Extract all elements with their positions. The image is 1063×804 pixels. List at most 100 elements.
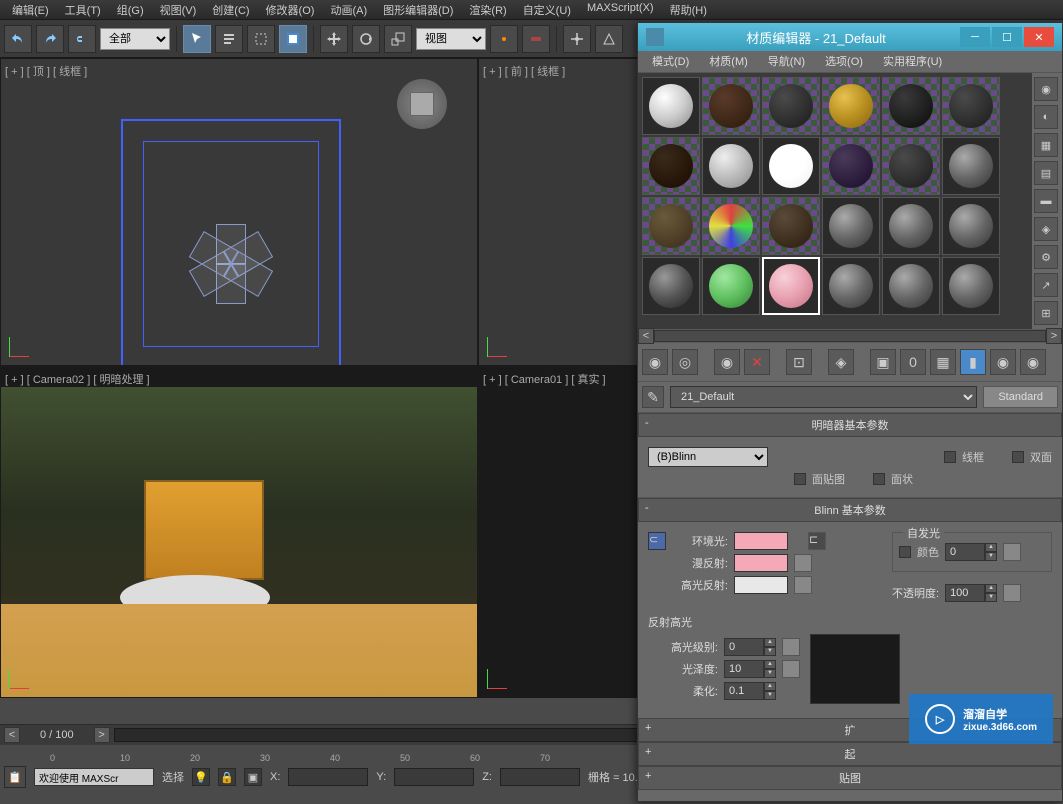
angle-snap-button[interactable]	[595, 25, 623, 53]
material-slot-active[interactable]	[762, 257, 820, 315]
isolate-button[interactable]: ▣	[244, 768, 262, 786]
put-to-scene-button[interactable]: ◎	[672, 349, 698, 375]
scale-button[interactable]	[384, 25, 412, 53]
viewport-camera02-label[interactable]: [ + ] [ Camera02 ] [ 明暗处理 ]	[5, 371, 150, 387]
specular-map-button[interactable]	[794, 576, 812, 594]
put-to-library-button[interactable]: ▣	[870, 349, 896, 375]
shader-rollout-header[interactable]: -明暗器基本参数	[638, 413, 1062, 437]
menu-tools[interactable]: 工具(T)	[57, 0, 109, 19]
material-map-navigator-button[interactable]: ⊞	[1034, 301, 1058, 325]
menu-customize[interactable]: 自定义(U)	[515, 0, 579, 19]
make-unique-button[interactable]: ◈	[828, 349, 854, 375]
spinner-up[interactable]: ▲	[985, 543, 997, 552]
assign-to-selection-button[interactable]: ◉	[714, 349, 740, 375]
menu-group[interactable]: 组(G)	[109, 0, 152, 19]
rotate-button[interactable]	[352, 25, 380, 53]
menu-edit[interactable]: 编辑(E)	[4, 0, 57, 19]
mat-menu-modes[interactable]: 模式(D)	[642, 51, 699, 72]
material-slot[interactable]	[702, 77, 760, 135]
make-preview-button[interactable]: ◈	[1034, 217, 1058, 241]
selfillum-color-checkbox[interactable]	[899, 546, 911, 558]
material-slot[interactable]	[642, 197, 700, 255]
material-slot[interactable]	[882, 137, 940, 195]
options-button[interactable]: ⚙	[1034, 245, 1058, 269]
spinner-down[interactable]: ▼	[764, 669, 776, 678]
get-material-button[interactable]: ◉	[642, 349, 668, 375]
material-slot[interactable]	[642, 137, 700, 195]
spinner-down[interactable]: ▼	[985, 593, 997, 602]
material-slot[interactable]	[822, 77, 880, 135]
material-slot[interactable]	[882, 77, 940, 135]
material-slot[interactable]	[942, 77, 1000, 135]
time-prev-button[interactable]: <	[4, 727, 20, 743]
mat-menu-navigation[interactable]: 导航(N)	[758, 51, 815, 72]
close-button[interactable]: ✕	[1024, 27, 1054, 47]
material-slot[interactable]	[942, 257, 1000, 315]
selfillum-map-button[interactable]	[1003, 543, 1021, 561]
move-button[interactable]	[320, 25, 348, 53]
menu-graph-editors[interactable]: 图形编辑器(D)	[375, 0, 461, 19]
material-slot[interactable]	[762, 137, 820, 195]
material-slot[interactable]	[822, 197, 880, 255]
material-slot[interactable]	[822, 137, 880, 195]
blinn-rollout-header[interactable]: -Blinn 基本参数	[638, 498, 1062, 522]
z-coord-input[interactable]	[500, 768, 580, 786]
opacity-map-button[interactable]	[1003, 584, 1021, 602]
use-pivot-button[interactable]	[490, 25, 518, 53]
material-editor-titlebar[interactable]: 材质编辑器 - 21_Default ─ ☐ ✕	[638, 23, 1062, 51]
selection-lock-button[interactable]: 💡	[192, 768, 210, 786]
spinner-up[interactable]: ▲	[764, 660, 776, 669]
reference-coord-dropdown[interactable]: 视图	[416, 28, 486, 50]
ambient-diffuse-lock[interactable]: ⊏	[808, 532, 826, 550]
spinner-down[interactable]: ▼	[764, 691, 776, 700]
reset-map-button[interactable]: ✕	[744, 349, 770, 375]
material-slot[interactable]	[762, 77, 820, 135]
mat-menu-material[interactable]: 材质(M)	[699, 51, 758, 72]
go-to-parent-button[interactable]: ◉	[990, 349, 1016, 375]
ambient-lock-button[interactable]: ⊂	[648, 532, 666, 550]
spinner-down[interactable]: ▼	[985, 552, 997, 561]
material-slot[interactable]	[642, 77, 700, 135]
menu-views[interactable]: 视图(V)	[152, 0, 205, 19]
wireframe-checkbox[interactable]	[944, 451, 956, 463]
make-copy-button[interactable]: ⊡	[786, 349, 812, 375]
mat-menu-options[interactable]: 选项(O)	[815, 51, 873, 72]
material-id-button[interactable]: 0	[900, 349, 926, 375]
mat-menu-utilities[interactable]: 实用程序(U)	[873, 51, 952, 72]
window-crossing-button[interactable]	[279, 25, 307, 53]
twosided-checkbox[interactable]	[1012, 451, 1024, 463]
supersampling-rollout-header[interactable]: +起	[638, 742, 1062, 766]
material-slot[interactable]	[702, 257, 760, 315]
viewport-top[interactable]: [ + ] [ 顶 ] [ 线框 ]	[0, 58, 478, 366]
background-button[interactable]: ▦	[1034, 133, 1058, 157]
selfillum-value-input[interactable]	[945, 543, 985, 561]
backlight-button[interactable]: ◐	[1034, 105, 1058, 129]
material-slot[interactable]	[822, 257, 880, 315]
viewport-front-label[interactable]: [ + ] [ 前 ] [ 线框 ]	[483, 63, 565, 79]
video-check-button[interactable]: ▬	[1034, 189, 1058, 213]
viewport-camera02[interactable]: [ + ] [ Camera02 ] [ 明暗处理 ]	[0, 366, 478, 698]
selection-filter-dropdown[interactable]: 全部	[100, 28, 170, 50]
spinner-up[interactable]: ▲	[764, 638, 776, 647]
viewport-camera01-label[interactable]: [ + ] [ Camera01 ] [ 真实 ]	[483, 371, 606, 387]
glossiness-input[interactable]	[724, 660, 764, 678]
shader-type-dropdown[interactable]: (B)Blinn	[648, 447, 768, 467]
material-slot[interactable]	[942, 197, 1000, 255]
specular-level-map-button[interactable]	[782, 638, 800, 656]
rectangular-region-button[interactable]	[247, 25, 275, 53]
material-slots-scrollbar[interactable]: < >	[638, 329, 1062, 343]
glossiness-map-button[interactable]	[782, 660, 800, 678]
menu-modifiers[interactable]: 修改器(O)	[258, 0, 323, 19]
material-slot[interactable]	[642, 257, 700, 315]
material-slot[interactable]	[882, 257, 940, 315]
material-slot[interactable]	[942, 137, 1000, 195]
sample-type-button[interactable]: ◉	[1034, 77, 1058, 101]
maximize-button[interactable]: ☐	[992, 27, 1022, 47]
select-manipulate-button[interactable]	[522, 25, 550, 53]
select-by-name-button[interactable]	[215, 25, 243, 53]
show-end-result-button[interactable]: ▮	[960, 349, 986, 375]
menu-create[interactable]: 创建(C)	[204, 0, 257, 19]
y-coord-input[interactable]	[394, 768, 474, 786]
material-type-button[interactable]: Standard	[983, 386, 1058, 408]
ambient-color-swatch[interactable]	[734, 532, 788, 550]
